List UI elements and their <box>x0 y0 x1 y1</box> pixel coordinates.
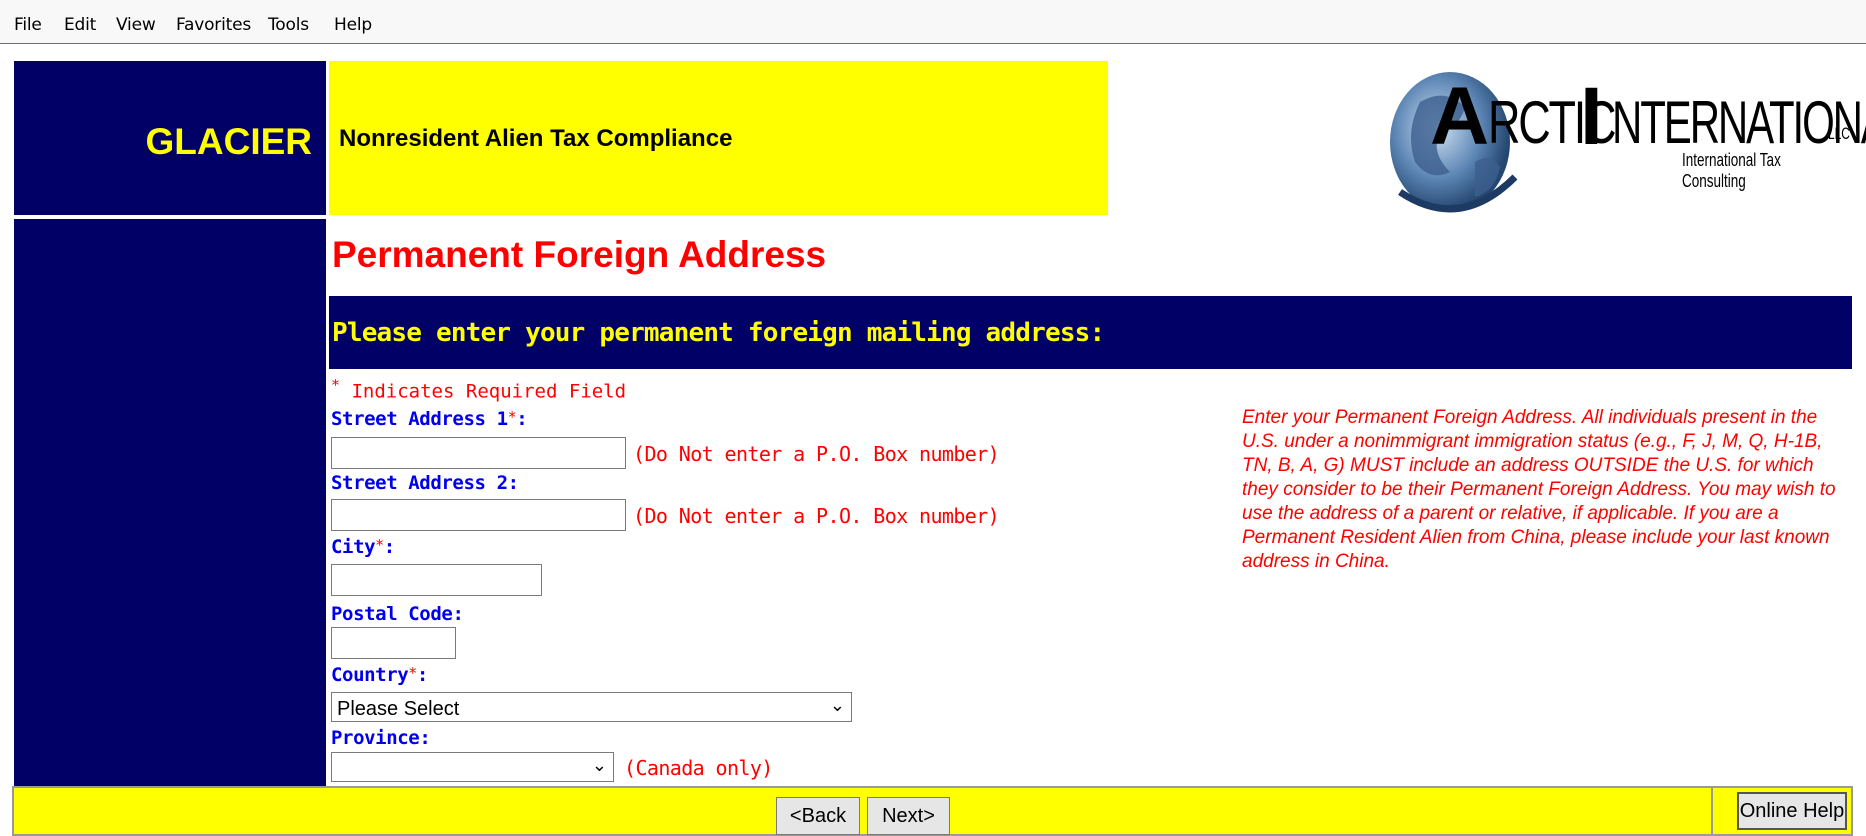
tagline: Nonresident Alien Tax Compliance <box>339 125 733 152</box>
online-help-button[interactable]: Online Help <box>1737 792 1847 830</box>
menu-bar: File Edit View Favorites Tools Help <box>0 0 1866 44</box>
street-address-1-input[interactable] <box>331 437 626 469</box>
province-hint: (Canada only) <box>624 756 773 780</box>
country-selected-value: Please Select <box>337 698 460 720</box>
company-logo: A RCTIC I NTERNATIONAL LLC International… <box>1380 62 1866 217</box>
menu-edit[interactable]: Edit <box>64 15 96 35</box>
menu-view[interactable]: View <box>116 15 156 35</box>
chevron-down-icon: ⌄ <box>829 695 845 715</box>
city-input[interactable] <box>331 564 542 596</box>
chevron-down-icon: ⌄ <box>591 755 607 775</box>
country-select[interactable]: Please Select ⌄ <box>331 692 852 722</box>
menu-help[interactable]: Help <box>334 15 372 35</box>
required-star: * <box>331 376 341 394</box>
menu-favorites[interactable]: Favorites <box>176 15 251 35</box>
page-title: Permanent Foreign Address <box>332 234 827 275</box>
menu-file[interactable]: File <box>14 15 42 35</box>
brand-name: GLACIER <box>145 121 313 162</box>
country-label: Country*: <box>331 664 428 686</box>
required-field-note: * Indicates Required Field <box>331 376 627 403</box>
street-address-2-label: Street Address 2: <box>331 472 519 494</box>
tagline-panel: Nonresident Alien Tax Compliance <box>329 61 1108 215</box>
menu-tools[interactable]: Tools <box>268 15 309 35</box>
logo-suffix: LLC <box>1828 124 1850 143</box>
street-address-2-input[interactable] <box>331 499 626 531</box>
footer-bar: <Back Next> Online Help <box>12 786 1853 836</box>
footer-nav-area: <Back Next> <box>14 788 1713 835</box>
logo-word-international: NTERNATIONAL <box>1612 89 1866 156</box>
logo-subtitle: International Tax Consulting <box>1682 150 1781 191</box>
back-button[interactable]: <Back <box>776 797 860 835</box>
logo-initial-a: A <box>1430 71 1490 162</box>
logo-initial-i: I <box>1580 71 1603 162</box>
address-instructions: Enter your Permanent Foreign Address. Al… <box>1242 407 1836 572</box>
street-address-2-hint: (Do Not enter a P.O. Box number) <box>633 504 1000 528</box>
city-label: City*: <box>331 536 395 558</box>
street-address-1-hint: (Do Not enter a P.O. Box number) <box>633 442 1000 466</box>
province-label: Province: <box>331 727 431 749</box>
next-button[interactable]: Next> <box>867 797 950 835</box>
province-select[interactable]: ⌄ <box>331 752 614 782</box>
street-address-1-label: Street Address 1*: <box>331 408 528 430</box>
section-heading: Please enter your permanent foreign mail… <box>332 318 1105 348</box>
section-heading-bar: Please enter your permanent foreign mail… <box>329 296 1852 369</box>
brand-panel: GLACIER <box>14 61 326 215</box>
left-sidebar <box>14 219 326 786</box>
postal-code-label: Postal Code: <box>331 603 464 625</box>
postal-code-input[interactable] <box>331 627 456 659</box>
header-divider <box>14 216 326 218</box>
